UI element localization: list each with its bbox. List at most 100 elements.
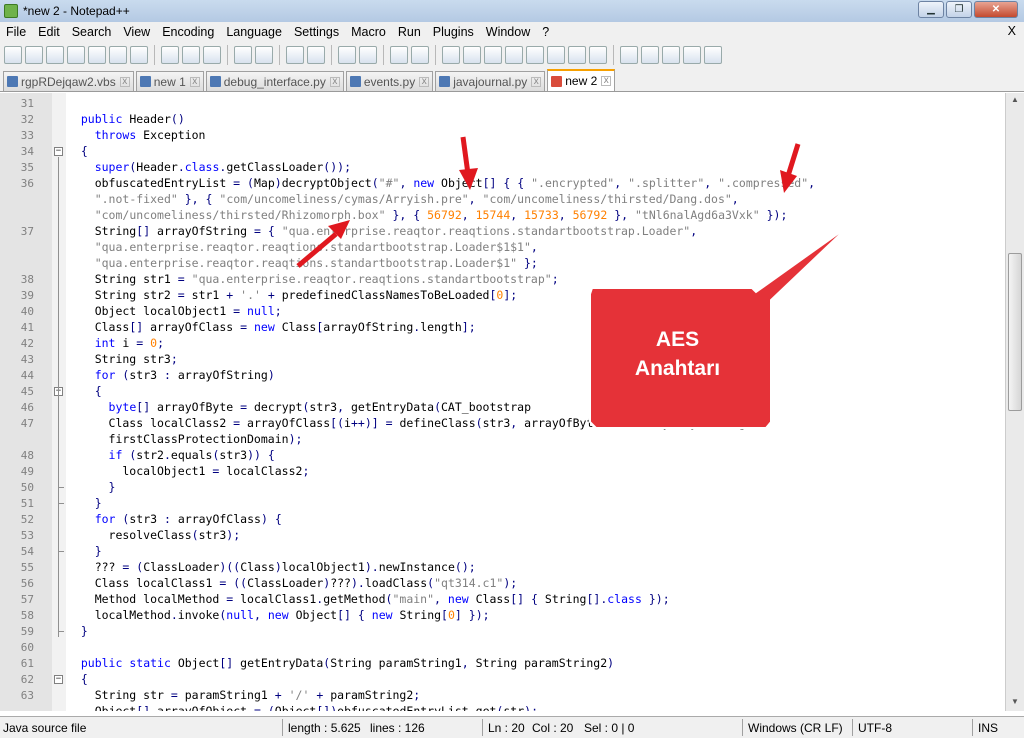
vertical-scrollbar[interactable]: ▲ ▼ [1005,93,1024,711]
print-icon[interactable] [130,45,148,64]
redo-icon[interactable] [255,45,273,64]
code-line[interactable]: int i = 0; [67,335,164,351]
minimize-button[interactable]: ▁ [918,1,944,18]
tab-close-icon[interactable]: x [329,76,340,87]
fold-toggle-icon[interactable]: − [54,675,63,684]
code-line[interactable]: String[] arrayOfString = { "qua.enterpri… [67,223,697,239]
tab-new-2[interactable]: new 2x [547,69,616,91]
code-line[interactable]: { [67,671,88,687]
code-line[interactable]: ".not-fixed" }, { "com/uncomeliness/cyma… [67,191,739,207]
tab-javajournal-py[interactable]: javajournal.py x [435,71,546,91]
code-line[interactable]: } [67,623,88,639]
menu-run[interactable]: Run [392,25,427,39]
folder-workspace-icon[interactable] [568,45,586,64]
code-line[interactable]: Object localObject1 = null; [67,303,282,319]
udl-icon[interactable] [505,45,523,64]
replace-icon[interactable] [307,45,325,64]
code-line[interactable]: "com/uncomeliness/thirsted/Rhizomorph.bo… [67,207,788,223]
status-eol[interactable]: Windows (CR LF) [748,721,843,735]
tab-rgprdejqaw2-vbs[interactable]: rgpRDejqaw2.vbs x [3,71,134,91]
run-macro-multiple-icon[interactable] [683,45,701,64]
close-button[interactable]: ✕ [974,1,1018,18]
code-line[interactable]: String str3; [67,351,178,367]
menu-file[interactable]: File [0,25,32,39]
menu-language[interactable]: Language [220,25,288,39]
paste-icon[interactable] [203,45,221,64]
status-insert-mode[interactable]: INS [978,721,998,735]
code-line[interactable]: byte[] arrayOfByte = decrypt(str3, getEn… [67,399,531,415]
code-line[interactable]: obfuscatedEntryList = (Map)decryptObject… [67,175,815,191]
code-line[interactable]: throws Exception [67,127,206,143]
code-line[interactable]: } [67,543,102,559]
code-line[interactable]: if (str2.equals(str3)) { [67,447,275,463]
code-line[interactable]: { [67,143,88,159]
close-document-button[interactable]: X [1008,24,1016,38]
code-line[interactable]: localObject1 = localClass2; [67,463,309,479]
menu-help[interactable]: ? [536,25,555,39]
copy-icon[interactable] [182,45,200,64]
code-line[interactable]: public static Object[] getEntryData(Stri… [67,655,614,671]
code-line[interactable]: super(Header.class.getClassLoader()); [67,159,351,175]
undo-icon[interactable] [234,45,252,64]
tab-events-py[interactable]: events.py x [345,71,434,91]
tab-close-icon[interactable]: x [119,76,130,87]
cut-icon[interactable] [161,45,179,64]
zoom-in-icon[interactable] [338,45,356,64]
function-list-icon[interactable] [547,45,565,64]
code-line[interactable]: Class localClass2 = arrayOfClass[(i++)] … [67,415,767,431]
code-line[interactable]: { [67,383,102,399]
maximize-button[interactable]: ❐ [946,1,972,18]
tab-close-icon[interactable]: x [601,76,612,86]
tab-new-1[interactable]: new 1x [135,71,204,91]
code-line[interactable]: localMethod.invoke(null, new Object[] { … [67,607,490,623]
code-line[interactable]: String str = paramString1 + '/' + paramS… [67,687,421,703]
scroll-down-icon[interactable]: ▼ [1009,697,1021,709]
play-macro-icon[interactable] [662,45,680,64]
code-line[interactable]: String str2 = str1 + '.' + predefinedCla… [67,287,518,303]
code-line[interactable]: "qua.enterprise.reaqtor.reaqtions.standa… [67,255,538,271]
tab-close-icon[interactable]: x [419,76,430,87]
indent-guide-icon[interactable] [484,45,502,64]
find-icon[interactable] [286,45,304,64]
monitoring-icon[interactable] [589,45,607,64]
sync-horizontal-icon[interactable] [411,45,429,64]
save-all-icon[interactable] [67,45,85,64]
sync-vertical-icon[interactable] [390,45,408,64]
code-line[interactable]: } [67,495,102,511]
code-line[interactable]: for (str3 : arrayOfString) [67,367,275,383]
tab-close-icon[interactable]: x [531,76,542,87]
menu-search[interactable]: Search [66,25,118,39]
zoom-out-icon[interactable] [359,45,377,64]
tab-debug-interface-py[interactable]: debug_interface.py x [205,71,344,91]
scroll-up-icon[interactable]: ▲ [1009,95,1021,107]
save-macro-icon[interactable] [704,45,722,64]
code-line[interactable]: ??? = (ClassLoader)((Class)localObject1)… [67,559,476,575]
record-macro-icon[interactable] [620,45,638,64]
menu-window[interactable]: Window [480,25,536,39]
menu-macro[interactable]: Macro [345,25,392,39]
menu-plugins[interactable]: Plugins [427,25,480,39]
menu-view[interactable]: View [117,25,156,39]
code-line[interactable]: Object[] arrayOfObject = (Object[])obfus… [67,703,538,711]
code-line[interactable]: } [67,479,116,495]
code-line[interactable]: Method localMethod = localClass1.getMeth… [67,591,670,607]
show-all-chars-icon[interactable] [463,45,481,64]
code-line[interactable]: Class localClass1 = ((ClassLoader)???).l… [67,575,518,591]
code-line[interactable]: resolveClass(str3); [67,527,241,543]
code-line[interactable]: public Header() [67,111,185,127]
doc-map-icon[interactable] [526,45,544,64]
stop-macro-icon[interactable] [641,45,659,64]
word-wrap-icon[interactable] [442,45,460,64]
menu-encoding[interactable]: Encoding [156,25,220,39]
fold-toggle-icon[interactable]: − [54,147,63,156]
close-all-icon[interactable] [109,45,127,64]
save-icon[interactable] [46,45,64,64]
code-line[interactable]: Class[] arrayOfClass = new Class[arrayOf… [67,319,476,335]
menu-edit[interactable]: Edit [32,25,66,39]
close-file-icon[interactable] [88,45,106,64]
open-file-icon[interactable] [25,45,43,64]
tab-close-icon[interactable]: x [189,76,200,87]
code-line[interactable]: firstClassProtectionDomain); [67,431,303,447]
code-line[interactable]: for (str3 : arrayOfClass) { [67,511,282,527]
code-line[interactable]: "qua.enterprise.reaqtor.reaqtions.standa… [67,239,538,255]
